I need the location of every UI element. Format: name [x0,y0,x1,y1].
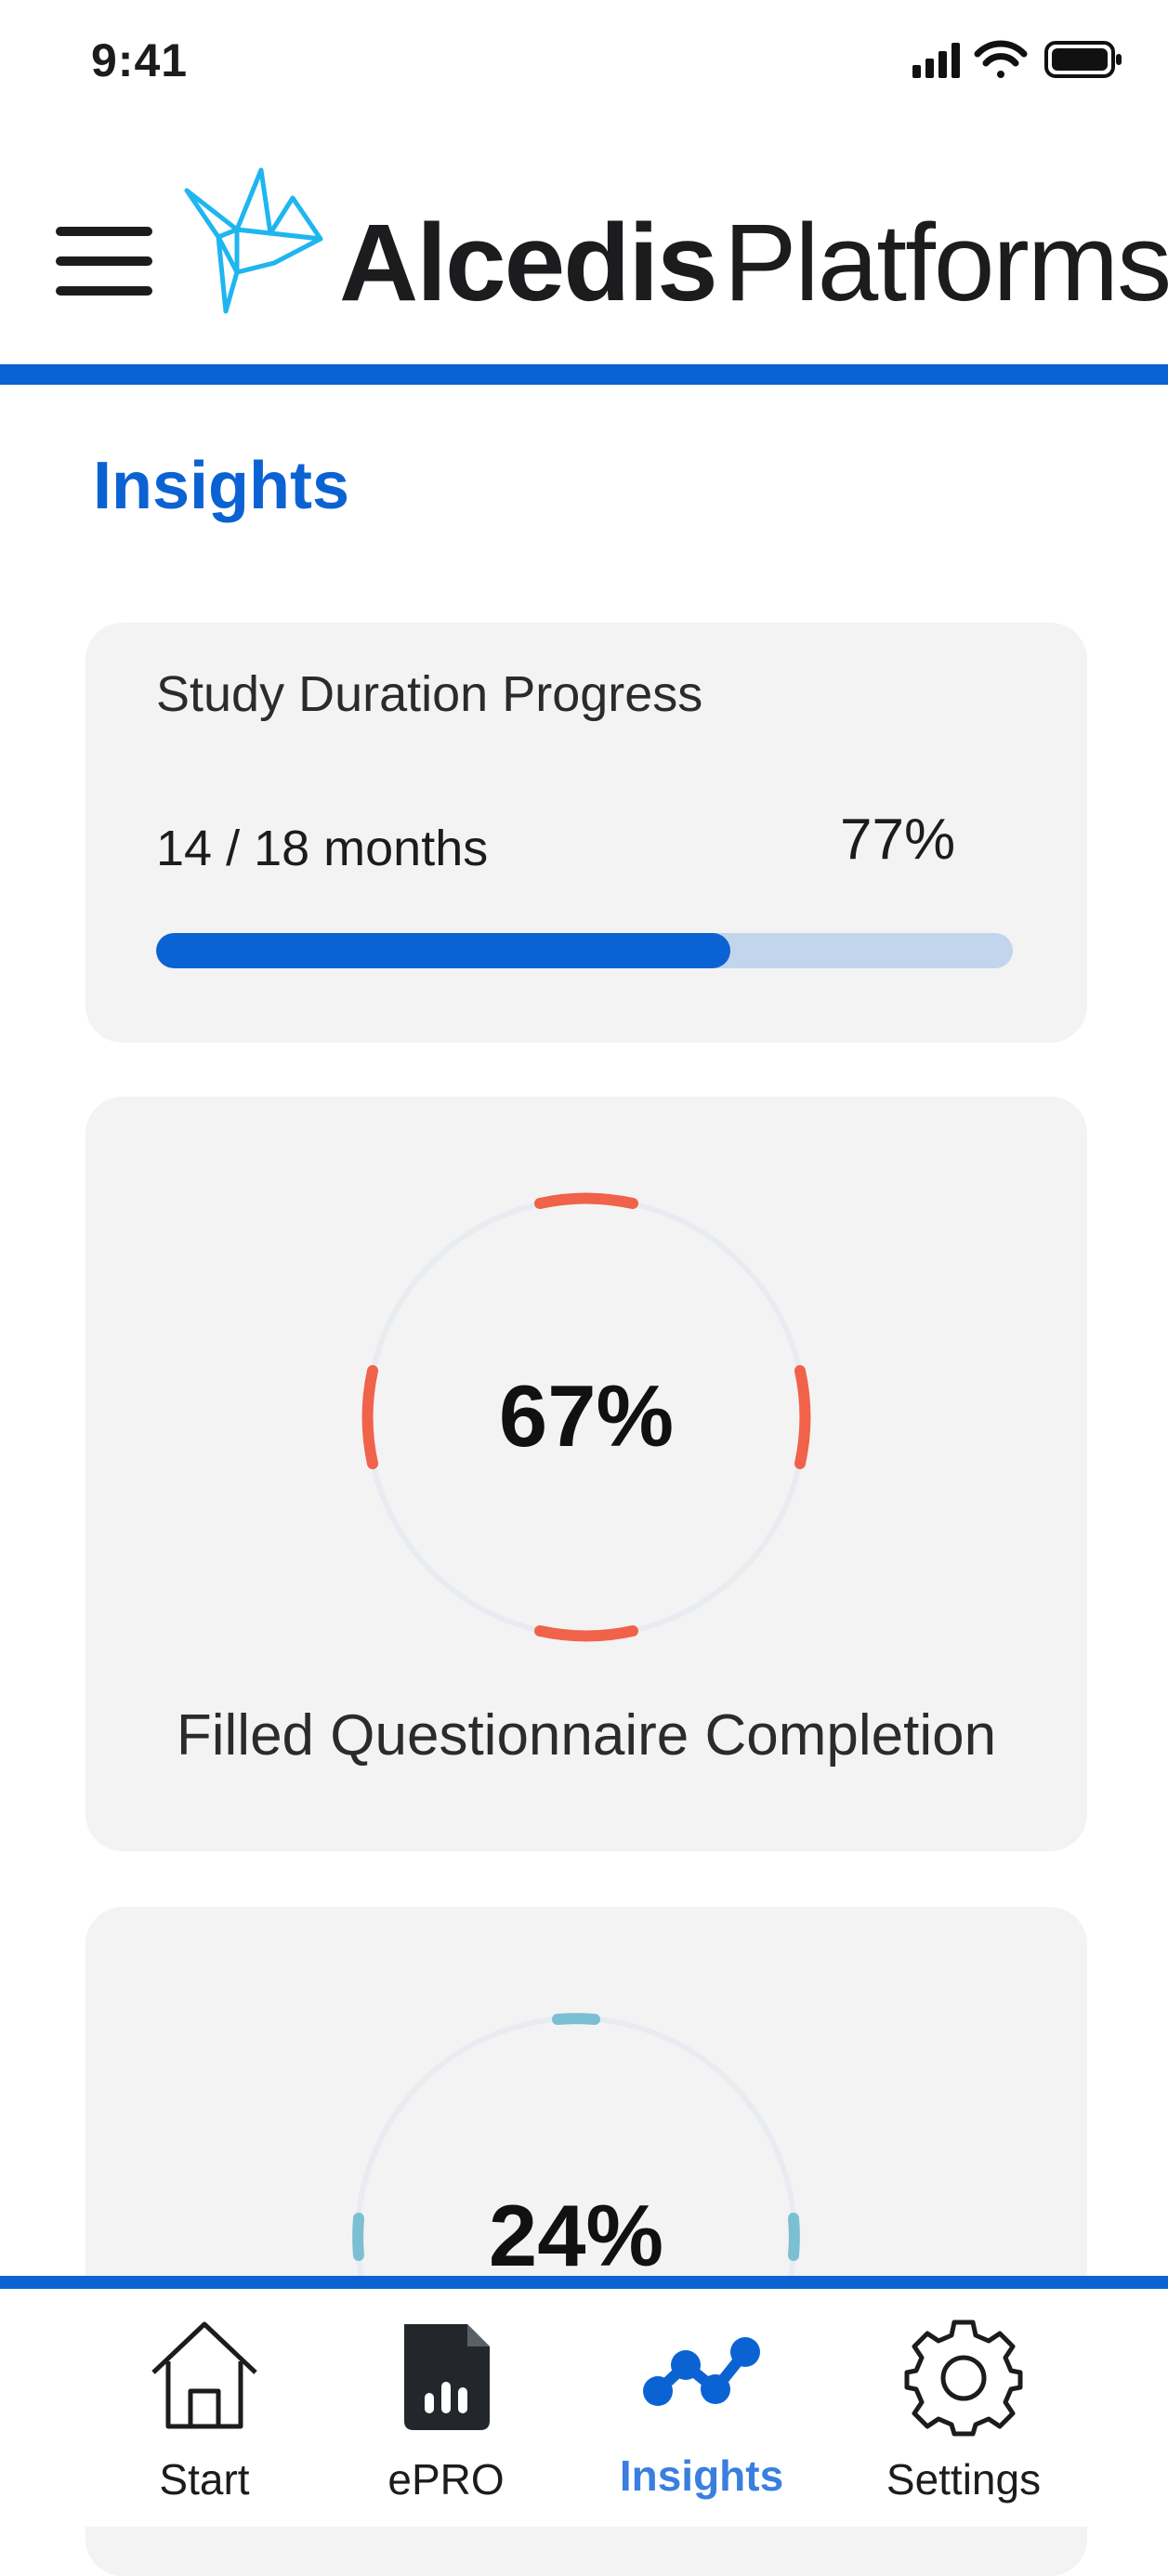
nav-label-epro: ePRO [387,2455,505,2504]
insights-graph-icon [643,2337,760,2406]
signal-icon [912,43,960,78]
document-chart-icon [404,2324,490,2430]
nav-label-start: Start [159,2455,250,2504]
logo-text-bold: Alcedis [339,202,718,324]
third-metric-percent: 24% [488,2187,664,2284]
logo-wordmark: AlcedisPlatforms [339,200,1168,326]
nav-item-epro[interactable]: ePRO [325,2289,567,2527]
questionnaire-label: Filled Questionnaire Completion [176,1703,997,1768]
battery-icon [1044,41,1122,78]
nav-label-settings: Settings [886,2455,1042,2504]
origami-bird-icon [184,167,323,314]
questionnaire-percent: 67% [498,1367,675,1465]
study-duration-card: Study Duration Progress 14 / 18 months 7… [85,623,1087,1043]
study-duration-progress-fill [156,933,730,968]
bottom-nav: Start ePRO Insights Settings [0,2289,1168,2527]
status-time: 9:41 [91,34,189,86]
nav-label-insights: Insights [619,2451,784,2500]
hamburger-menu-icon[interactable] [54,214,156,307]
page-title: Insights [93,449,350,523]
study-duration-months: 14 / 18 months [156,821,489,876]
wifi-icon [974,40,1028,78]
home-icon [151,2321,257,2429]
status-icons [912,40,1122,78]
nav-item-insights[interactable]: Insights [581,2289,822,2527]
bottom-nav-divider [0,2276,1168,2289]
app-logo: AlcedisPlatforms [181,163,1168,335]
nav-item-start[interactable]: Start [84,2289,325,2527]
study-duration-title: Study Duration Progress [156,666,703,722]
study-duration-progress-track [156,933,1013,968]
header-divider [0,364,1168,385]
gear-icon [904,2320,1023,2437]
nav-item-settings[interactable]: Settings [843,2289,1084,2527]
logo-text-light: Platforms [723,202,1168,324]
questionnaire-completion-card: 67% Filled Questionnaire Completion [85,1097,1087,1851]
study-duration-percent: 77% [840,808,956,872]
